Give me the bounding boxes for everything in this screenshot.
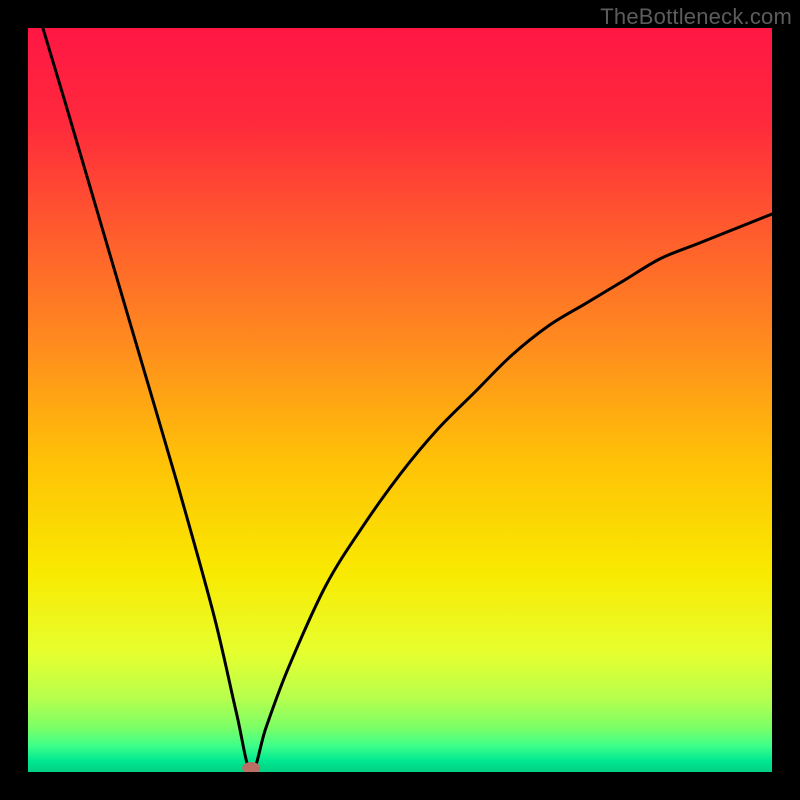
chart-area — [28, 28, 772, 772]
bottleneck-chart — [28, 28, 772, 772]
gradient-background — [28, 28, 772, 772]
watermark-text: TheBottleneck.com — [600, 4, 792, 30]
